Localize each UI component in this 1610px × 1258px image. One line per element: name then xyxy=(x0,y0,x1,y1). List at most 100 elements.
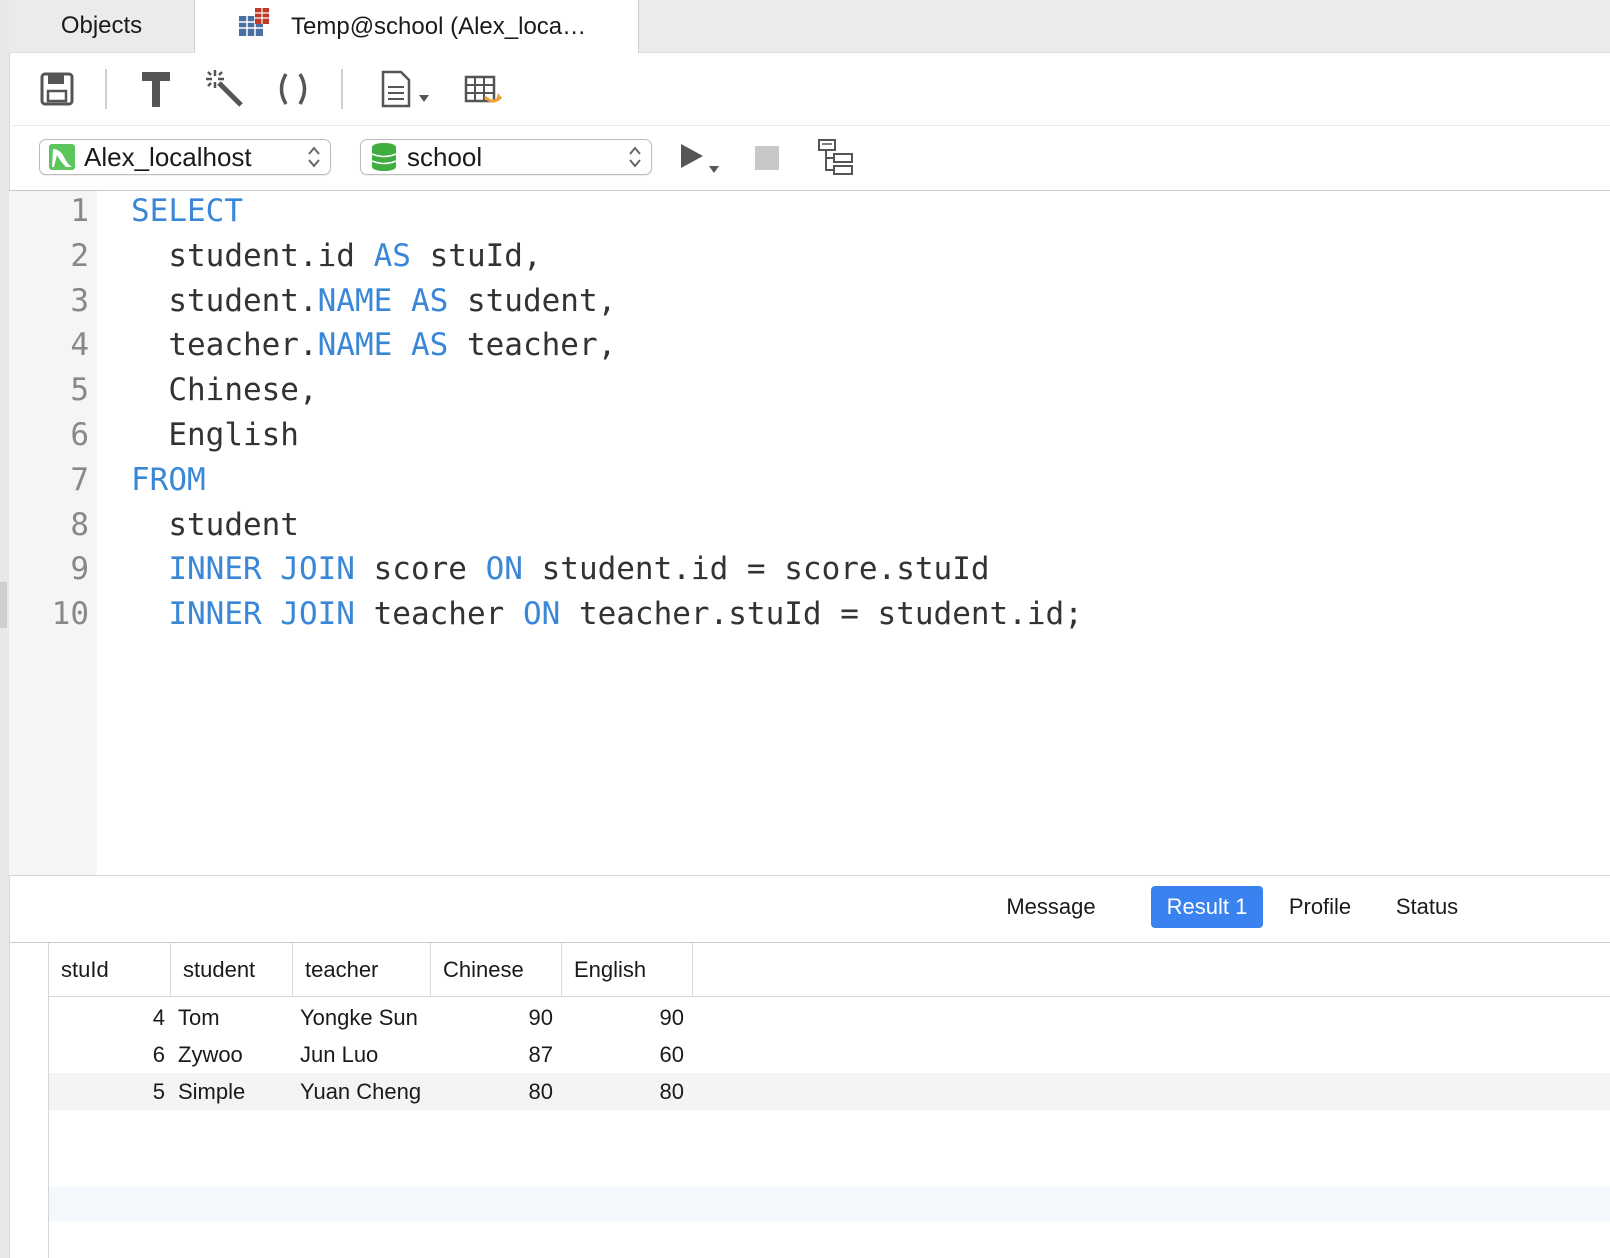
code-line: student.NAME AS student, xyxy=(131,283,616,319)
tab-profile-label: Profile xyxy=(1288,894,1352,919)
line-number: 10 xyxy=(51,596,89,633)
result-tab-bar: Message Result 1 Profile Status xyxy=(9,876,1610,943)
code-line: English xyxy=(131,417,299,453)
sql-keyword: SELECT xyxy=(131,193,243,229)
table-row[interactable]: 6 Zywoo Jun Luo 87 60 xyxy=(49,1036,1610,1073)
explain-tree-icon[interactable] xyxy=(814,136,858,180)
format-hammer-icon[interactable] xyxy=(134,67,178,111)
column-header-teacher[interactable]: teacher xyxy=(293,943,431,996)
cell-teacher[interactable]: Yuan Cheng xyxy=(300,1073,421,1110)
sql-text: teacher. xyxy=(131,327,318,364)
column-header-student[interactable]: student xyxy=(171,943,293,996)
code-line: INNER JOIN score ON student.id = score.s… xyxy=(131,551,990,588)
code-line: student.id AS stuId, xyxy=(131,237,542,274)
updown-chevron-icon xyxy=(306,142,322,179)
cell-chinese[interactable]: 87 xyxy=(431,1036,553,1073)
grid-header: stuId student teacher Chinese English xyxy=(49,943,1610,997)
table-export-icon[interactable] xyxy=(461,67,505,111)
run-play-icon[interactable] xyxy=(675,136,725,180)
sql-text: student, xyxy=(448,282,617,319)
line-number: 4 xyxy=(70,327,89,364)
sql-keyword: ON xyxy=(485,551,523,588)
line-number: 7 xyxy=(70,461,89,498)
sql-text: English xyxy=(131,417,299,453)
line-number: 6 xyxy=(70,417,89,453)
sql-text: Chinese, xyxy=(131,372,318,409)
database-select[interactable]: school xyxy=(360,139,652,175)
parentheses-icon[interactable] xyxy=(271,67,315,111)
cell-english[interactable]: 80 xyxy=(562,1073,684,1110)
column-header-english[interactable]: English xyxy=(562,943,693,996)
sql-keyword: AS xyxy=(410,282,449,319)
database-icon xyxy=(371,142,397,172)
tab-objects[interactable]: Objects xyxy=(9,0,195,52)
code-line: Chinese, xyxy=(131,372,318,409)
sql-text: student xyxy=(131,506,299,543)
line-number: 8 xyxy=(70,506,89,543)
sql-keyword: AS xyxy=(373,237,411,274)
sql-keyword: NAME xyxy=(317,282,393,319)
sql-text: student.id = score.stuId xyxy=(522,551,990,588)
beautify-wand-icon[interactable] xyxy=(203,67,247,111)
cell-stuid[interactable]: 6 xyxy=(49,1036,165,1073)
tab-status[interactable]: Status xyxy=(1392,886,1462,928)
line-number: 5 xyxy=(70,372,89,409)
sql-editor[interactable]: 1 2 3 4 5 6 7 8 9 10 SELECT student.id AS stuId, … xyxy=(9,191,1610,876)
table-row[interactable]: 5 Simple Yuan Cheng 80 80 xyxy=(49,1073,1610,1110)
cell-teacher[interactable]: Jun Luo xyxy=(300,1036,378,1073)
sql-keyword: NAME xyxy=(317,327,393,364)
cell-english[interactable]: 90 xyxy=(562,999,684,1036)
sql-keyword: INNER JOIN xyxy=(168,596,355,633)
cell-teacher[interactable]: Yongke Sun xyxy=(300,999,418,1036)
server-select[interactable]: Alex_localhost xyxy=(39,139,331,175)
sql-keyword: ON xyxy=(522,596,561,633)
line-number-gutter: 1 2 3 4 5 6 7 8 9 10 xyxy=(9,191,97,875)
cell-english[interactable]: 60 xyxy=(562,1036,684,1073)
document-dropdown-icon[interactable] xyxy=(377,67,437,111)
save-icon[interactable] xyxy=(35,67,79,111)
sql-text: stuId, xyxy=(410,237,542,274)
toolbar xyxy=(9,53,1610,126)
code-line: student xyxy=(131,507,299,543)
column-header-stuid[interactable]: stuId xyxy=(49,943,171,996)
tab-result-1[interactable]: Result 1 xyxy=(1151,886,1263,928)
sql-text: teacher xyxy=(354,596,523,633)
empty-row xyxy=(49,1187,1610,1221)
cell-chinese[interactable]: 80 xyxy=(431,1073,553,1110)
query-table-icon xyxy=(237,6,271,47)
tab-query-label: Temp@school (Alex_loca… xyxy=(291,12,587,40)
column-header-label: teacher xyxy=(305,956,379,982)
code-line: SELECT xyxy=(131,193,243,229)
column-header-label: stuId xyxy=(61,956,109,982)
result-grid[interactable]: stuId student teacher Chinese English 4 … xyxy=(9,943,1610,1258)
left-panel-resize-handle[interactable] xyxy=(0,582,7,628)
line-number: 9 xyxy=(70,551,89,588)
column-header-chinese[interactable]: Chinese xyxy=(431,943,562,996)
table-row[interactable]: 4 Tom Yongke Sun 90 90 xyxy=(49,999,1610,1036)
updown-chevron-icon xyxy=(627,142,643,179)
sql-text: student. xyxy=(131,282,318,319)
sql-keyword: FROM xyxy=(131,461,206,498)
server-connection-icon xyxy=(48,143,76,171)
cell-student[interactable]: Simple xyxy=(178,1073,245,1110)
line-number: 1 xyxy=(70,193,89,229)
cell-student[interactable]: Tom xyxy=(178,999,220,1036)
column-header-label: English xyxy=(574,956,647,982)
cell-stuid[interactable]: 4 xyxy=(49,999,165,1036)
code-line: FROM xyxy=(131,462,206,498)
tab-status-label: Status xyxy=(1395,894,1459,919)
tab-query[interactable]: Temp@school (Alex_loca… xyxy=(195,0,639,53)
line-number: 3 xyxy=(70,282,89,319)
stop-icon[interactable] xyxy=(745,136,789,180)
column-header-label: Chinese xyxy=(443,956,524,982)
tab-profile[interactable]: Profile xyxy=(1280,886,1360,928)
cell-chinese[interactable]: 90 xyxy=(431,999,553,1036)
cell-stuid[interactable]: 5 xyxy=(49,1073,165,1110)
code-line: INNER JOIN teacher ON teacher.stuId = st… xyxy=(131,596,1083,632)
sql-text: teacher.stuId = student.id; xyxy=(560,596,1083,633)
cell-student[interactable]: Zywoo xyxy=(178,1036,243,1073)
tab-message[interactable]: Message xyxy=(996,886,1106,928)
code-line: teacher.NAME AS teacher, xyxy=(131,327,616,363)
